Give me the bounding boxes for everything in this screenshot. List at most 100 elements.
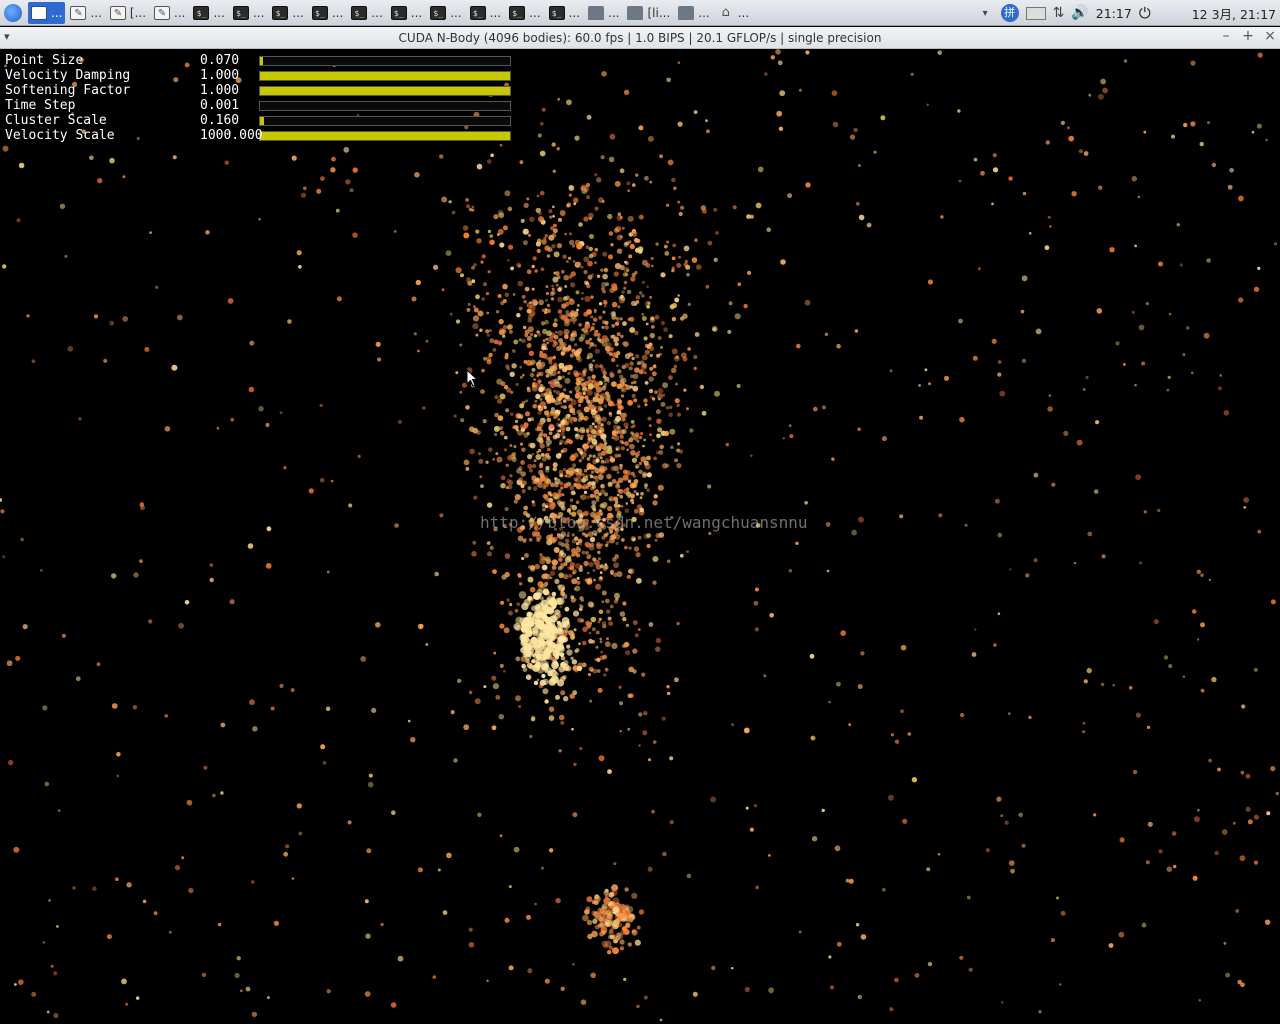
- particle-core: [551, 591, 557, 597]
- network-icon[interactable]: ⇅: [1053, 5, 1065, 21]
- taskbar-task-button[interactable]: $_...: [427, 2, 464, 24]
- particle: [609, 413, 613, 417]
- particle: [596, 657, 601, 662]
- power-icon[interactable]: ⏻: [1139, 4, 1151, 22]
- param-slider-fill: [260, 72, 510, 80]
- input-method-icon[interactable]: 拼: [1000, 4, 1019, 22]
- taskbar-task-button[interactable]: $_...: [230, 2, 267, 24]
- particle: [1139, 561, 1143, 565]
- taskbar-task-button[interactable]: $_...: [546, 2, 583, 24]
- particle: [757, 166, 764, 173]
- taskbar-task-button[interactable]: $_...: [506, 2, 543, 24]
- particle: [569, 565, 575, 571]
- particle: [521, 480, 527, 486]
- particle: [649, 295, 653, 299]
- taskbar-task-button[interactable]: [li...: [624, 2, 673, 24]
- particle: [265, 563, 272, 569]
- particle: [216, 426, 220, 430]
- param-slider[interactable]: [259, 116, 511, 126]
- particle: [627, 942, 632, 947]
- close-button[interactable]: ×: [1262, 28, 1278, 44]
- start-menu-icon: [4, 3, 22, 22]
- particle: [551, 142, 556, 147]
- particle: [589, 329, 593, 332]
- particle: [754, 587, 759, 592]
- param-slider[interactable]: [259, 86, 511, 96]
- taskbar-task-button[interactable]: $_...: [309, 2, 346, 24]
- particle: [507, 259, 510, 262]
- window-titlebar[interactable]: ▾ CUDA N-Body (4096 bodies): 60.0 fps | …: [0, 27, 1280, 49]
- param-slider[interactable]: [259, 131, 511, 141]
- particle: [857, 427, 861, 432]
- particle: [631, 230, 638, 237]
- particle: [643, 398, 648, 403]
- nbody-render-viewport[interactable]: Point Size 0.070 Velocity Damping 1.000 Soft…: [0, 49, 1280, 1024]
- taskbar-task-button[interactable]: ⌂...: [715, 2, 752, 24]
- particle-core: [562, 665, 568, 671]
- taskbar-task-button[interactable]: $_...: [348, 2, 385, 24]
- minimize-button[interactable]: –: [1218, 28, 1234, 44]
- volume-icon[interactable]: 🔊: [1071, 5, 1088, 21]
- taskbar-task-button[interactable]: $_...: [467, 2, 504, 24]
- particle: [630, 385, 634, 389]
- particle: [707, 484, 712, 489]
- particle: [16, 218, 21, 223]
- taskbar-task-button[interactable]: $_...: [388, 2, 425, 24]
- tray-clock[interactable]: 21:17: [1096, 6, 1132, 21]
- particle: [646, 533, 652, 538]
- particle: [575, 500, 580, 505]
- particle: [613, 336, 620, 343]
- tray-dropdown-icon[interactable]: ▾: [983, 8, 988, 19]
- particle: [652, 365, 655, 369]
- particle: [1109, 247, 1115, 253]
- particle: [603, 304, 607, 308]
- particle-core: [554, 609, 560, 616]
- date-time[interactable]: 12 3月, 21:17: [1192, 4, 1276, 23]
- particle: [634, 330, 639, 336]
- taskbar-task-button[interactable]: ✎...: [67, 2, 104, 24]
- particle: [616, 234, 623, 241]
- particle: [789, 434, 794, 439]
- particle-core: [522, 667, 528, 673]
- keyboard-icon[interactable]: [1025, 6, 1046, 20]
- particle: [471, 205, 475, 209]
- start-menu-button[interactable]: [0, 0, 26, 26]
- taskbar-task-button[interactable]: ...: [585, 2, 622, 24]
- particle: [487, 270, 491, 274]
- particle: [517, 430, 523, 436]
- particle: [410, 737, 416, 743]
- particle: [613, 572, 618, 578]
- taskbar-task-button[interactable]: ✎ [...: [107, 2, 149, 24]
- taskbar-task-button[interactable]: $_...: [269, 2, 306, 24]
- particle: [499, 623, 505, 629]
- particle: [980, 170, 985, 176]
- particle: [479, 328, 483, 332]
- maximize-button[interactable]: +: [1240, 28, 1256, 44]
- particle: [559, 210, 566, 216]
- particle: [580, 604, 584, 609]
- particle: [974, 628, 977, 631]
- particle: [615, 483, 621, 489]
- particle: [571, 463, 577, 468]
- particle: [836, 343, 841, 349]
- taskbar-task-button[interactable]: ...: [675, 2, 712, 24]
- particle: [655, 242, 659, 246]
- window-menu-icon[interactable]: ▾: [4, 30, 10, 43]
- taskbar-task-button[interactable]: $_...: [190, 2, 227, 24]
- particle: [655, 409, 661, 415]
- param-slider[interactable]: [259, 56, 511, 66]
- particle: [613, 906, 620, 913]
- param-slider[interactable]: [259, 101, 511, 111]
- taskbar-task-button[interactable]: ✎...: [151, 2, 188, 24]
- particle: [188, 887, 194, 894]
- particle: [958, 179, 962, 183]
- particle: [601, 416, 607, 422]
- taskbar-task-button[interactable]: ...: [28, 1, 66, 24]
- particle: [589, 342, 595, 347]
- particle: [230, 417, 234, 422]
- particle: [1273, 242, 1278, 246]
- particle: [584, 395, 589, 400]
- particle: [46, 1010, 50, 1014]
- particle: [621, 387, 625, 391]
- param-slider[interactable]: [259, 71, 511, 81]
